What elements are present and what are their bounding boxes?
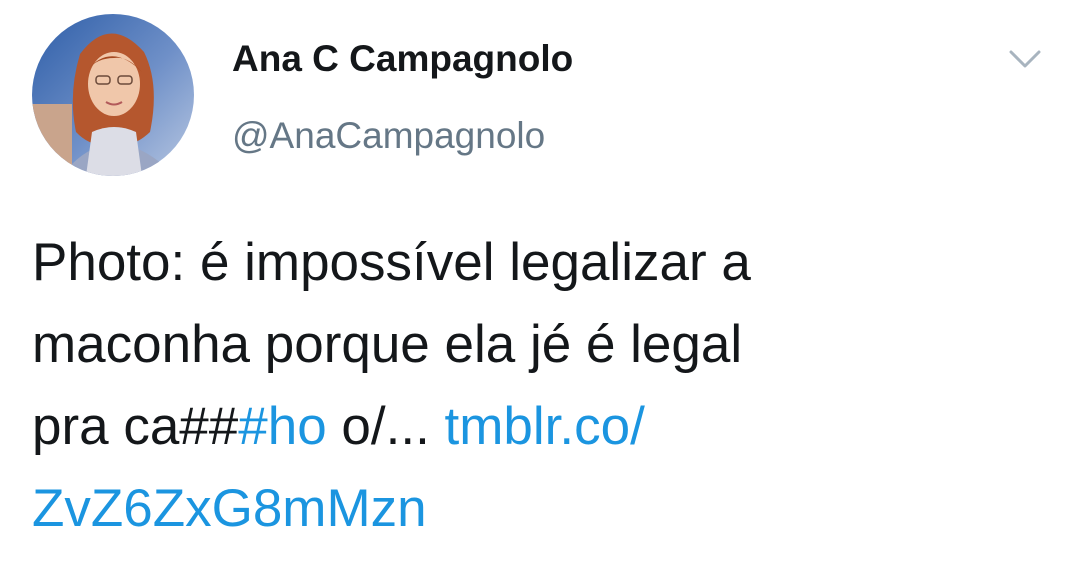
display-name[interactable]: Ana C Campagnolo xyxy=(232,38,573,80)
tweet: Ana C Campagnolo @AnaCampagnolo Photo: é… xyxy=(0,0,1073,585)
tweet-text-segment: pra ca## xyxy=(32,397,239,456)
avatar[interactable] xyxy=(32,14,194,176)
user-handle[interactable]: @AnaCampagnolo xyxy=(232,115,545,157)
tweet-text-segment: o/... xyxy=(326,397,445,456)
tweet-text-line: Photo: é impossível legalizar a xyxy=(32,233,751,292)
chevron-down-icon[interactable] xyxy=(1005,44,1045,76)
tweet-text-line: maconha porque ela jé é legal xyxy=(32,315,743,374)
avatar-photo-icon xyxy=(32,14,194,176)
tweet-text-line: ZvZ6ZxG8mMzn xyxy=(32,468,1032,550)
hashtag-link[interactable]: #ho xyxy=(238,397,326,456)
url-link-continued[interactable]: ZvZ6ZxG8mMzn xyxy=(32,479,427,538)
tweet-text-line: pra ca###ho o/... tmblr.co/ xyxy=(32,386,1032,468)
tweet-text: Photo: é impossível legalizar a maconha … xyxy=(32,222,1032,550)
url-link[interactable]: tmblr.co/ xyxy=(445,397,645,456)
